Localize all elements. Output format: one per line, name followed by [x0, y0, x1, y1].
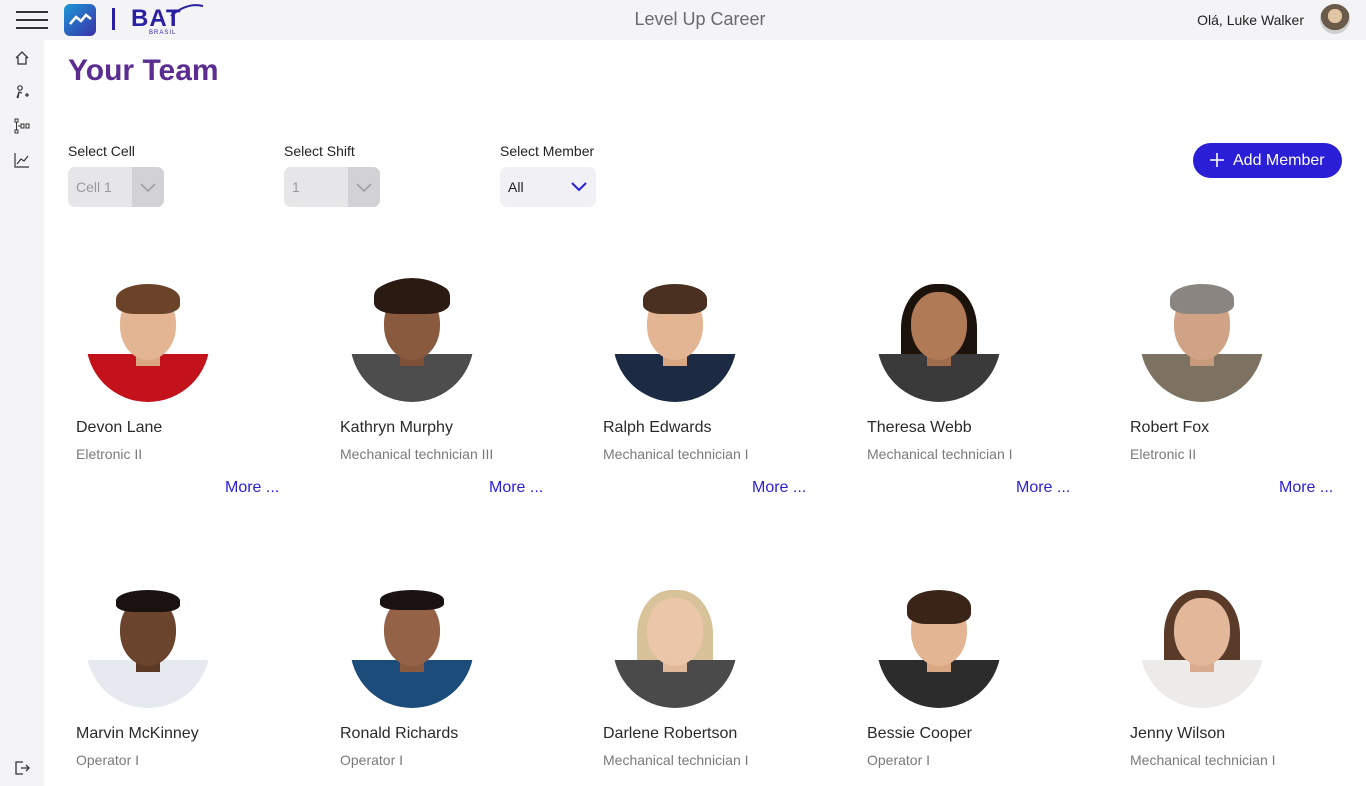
- select-member-value: All: [508, 179, 524, 195]
- member-role: Mechanical technician I: [603, 446, 749, 462]
- member-role: Eletronic II: [76, 446, 143, 462]
- member-photo: [86, 584, 210, 708]
- add-member-button[interactable]: Add Member: [1193, 143, 1342, 178]
- page-title: Your Team: [68, 54, 219, 87]
- member-role: Mechanical technician I: [1130, 752, 1276, 768]
- select-member-label: Select Member: [500, 143, 595, 159]
- member-role: Mechanical technician III: [340, 446, 494, 462]
- chart-icon[interactable]: [14, 152, 30, 168]
- more-link[interactable]: More ...: [489, 479, 543, 497]
- member-name: Jenny Wilson: [1130, 725, 1226, 742]
- chevron-down-icon[interactable]: [348, 167, 380, 207]
- member-name: Bessie Cooper: [867, 725, 972, 742]
- add-member-label: Add Member: [1233, 152, 1325, 169]
- select-cell-value: Cell 1: [76, 179, 112, 195]
- user-greeting: Olá, Luke Walker: [1197, 12, 1304, 28]
- member-name: Theresa Webb: [867, 419, 972, 436]
- member-name: Darlene Robertson: [603, 725, 738, 742]
- plus-icon: [1210, 153, 1224, 172]
- member-role: Operator I: [867, 752, 931, 768]
- person-add-icon[interactable]: [14, 84, 30, 100]
- app-title: Level Up Career: [634, 9, 766, 29]
- chevron-down-icon[interactable]: [132, 167, 164, 207]
- hierarchy-icon[interactable]: [14, 118, 30, 134]
- member-name: Marvin McKinney: [76, 725, 199, 742]
- member-photo: [613, 278, 737, 402]
- member-photo: [86, 278, 210, 402]
- member-name: Ronald Richards: [340, 725, 459, 742]
- member-name: Robert Fox: [1130, 419, 1210, 436]
- more-link[interactable]: More ...: [1016, 479, 1070, 497]
- select-shift-value: 1: [292, 179, 300, 195]
- member-photo: [350, 584, 474, 708]
- user-avatar[interactable]: [1320, 4, 1350, 34]
- member-photo: [1140, 584, 1264, 708]
- chevron-down-icon[interactable]: [570, 179, 588, 200]
- member-role: Mechanical technician I: [867, 446, 1013, 462]
- select-cell-dropdown[interactable]: Cell 1: [68, 167, 164, 207]
- more-link[interactable]: More ...: [752, 479, 806, 497]
- member-photo: [877, 584, 1001, 708]
- sidebar: [0, 40, 44, 786]
- member-role: Mechanical technician I: [603, 752, 749, 768]
- select-cell-label: Select Cell: [68, 143, 135, 159]
- member-photo: [350, 278, 474, 402]
- home-icon[interactable]: [14, 50, 30, 66]
- top-bar: BAT BRASIL Level Up Career Olá, Luke Wal…: [0, 0, 1366, 40]
- member-name: Kathryn Murphy: [340, 419, 453, 436]
- member-name: Ralph Edwards: [603, 419, 712, 436]
- logout-icon[interactable]: [14, 760, 30, 776]
- member-role: Operator I: [340, 752, 404, 768]
- more-link[interactable]: More ...: [225, 479, 279, 497]
- member-name: Devon Lane: [76, 419, 163, 436]
- member-photo: [877, 278, 1001, 402]
- member-photo: [613, 584, 737, 708]
- more-link[interactable]: More ...: [1279, 479, 1333, 497]
- select-shift-label: Select Shift: [284, 143, 355, 159]
- member-photo: [1140, 278, 1264, 402]
- member-role: Operator I: [76, 752, 140, 768]
- select-shift-dropdown[interactable]: 1: [284, 167, 380, 207]
- member-role: Eletronic II: [1130, 446, 1197, 462]
- select-member-dropdown[interactable]: All: [500, 167, 596, 207]
